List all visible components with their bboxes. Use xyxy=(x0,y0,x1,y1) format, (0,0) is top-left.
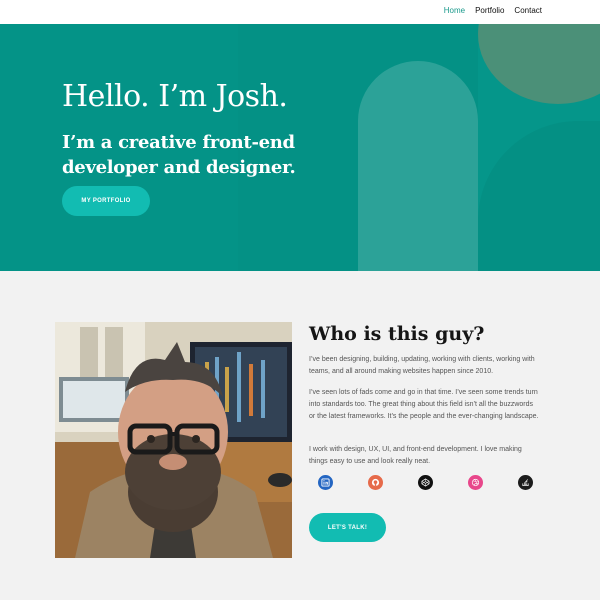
hero-subtitle: I’m a creative front-end developer and d… xyxy=(62,132,296,178)
about-paragraph-1: I’ve been designing, building, updating,… xyxy=(309,356,535,375)
profile-photo-illustration xyxy=(55,322,292,558)
about-paragraph-2: I’ve seen lots of fads come and go in th… xyxy=(309,389,539,420)
profile-photo xyxy=(55,322,292,558)
nav-links: Home Portfolio Contact xyxy=(444,6,542,15)
nav-home-link[interactable]: Home xyxy=(444,6,465,15)
about-title: Who is this guy? xyxy=(309,323,485,345)
top-nav: Home Portfolio Contact xyxy=(0,0,600,24)
social-links xyxy=(318,475,538,491)
codepen-icon[interactable] xyxy=(418,475,433,490)
about-paragraph-3: I work with design, UX, UI, and front-en… xyxy=(309,446,522,465)
hero-decor-circle xyxy=(478,24,600,104)
hero-decor-quarter-circle xyxy=(478,121,600,271)
lets-talk-button[interactable]: LET'S TALK! xyxy=(309,513,386,542)
stackoverflow-icon[interactable] xyxy=(518,475,533,490)
my-portfolio-button[interactable]: MY PORTFOLIO xyxy=(62,186,150,216)
hero-title: Hello. I’m Josh. xyxy=(62,79,288,114)
nav-contact-link[interactable]: Contact xyxy=(514,6,542,15)
github-icon[interactable] xyxy=(368,475,383,490)
dribbble-icon[interactable] xyxy=(468,475,483,490)
nav-portfolio-link[interactable]: Portfolio xyxy=(475,6,504,15)
hero-section: Hello. I’m Josh. I’m a creative front-en… xyxy=(0,24,600,271)
linkedin-icon[interactable] xyxy=(318,475,333,490)
